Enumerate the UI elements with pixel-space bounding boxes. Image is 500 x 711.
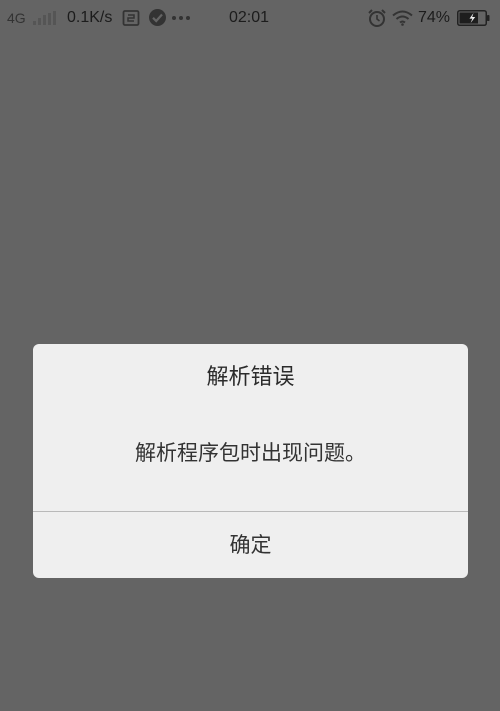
alarm-icon: [368, 9, 386, 27]
clock: 02:01: [229, 9, 270, 26]
notification-icon: [122, 10, 140, 26]
more-icon: [172, 16, 190, 20]
wifi-icon: [392, 10, 413, 26]
check-circle-icon: [149, 9, 166, 26]
status-bar: 4G 0.1K/s 02:01 74%: [0, 0, 500, 36]
battery-charging-icon: [457, 10, 490, 26]
signal-icon: [33, 11, 56, 25]
confirm-button[interactable]: 确定: [33, 512, 468, 578]
net-speed: 0.1K/s: [67, 9, 113, 26]
dialog-message: 解析程序包时出现问题。: [135, 441, 366, 465]
battery-percent: 74%: [418, 9, 451, 26]
dialog-title: 解析错误: [206, 365, 295, 390]
network-type: 4G: [7, 10, 26, 26]
parse-error-dialog: 解析错误 解析程序包时出现问题。 确定: [33, 344, 468, 578]
